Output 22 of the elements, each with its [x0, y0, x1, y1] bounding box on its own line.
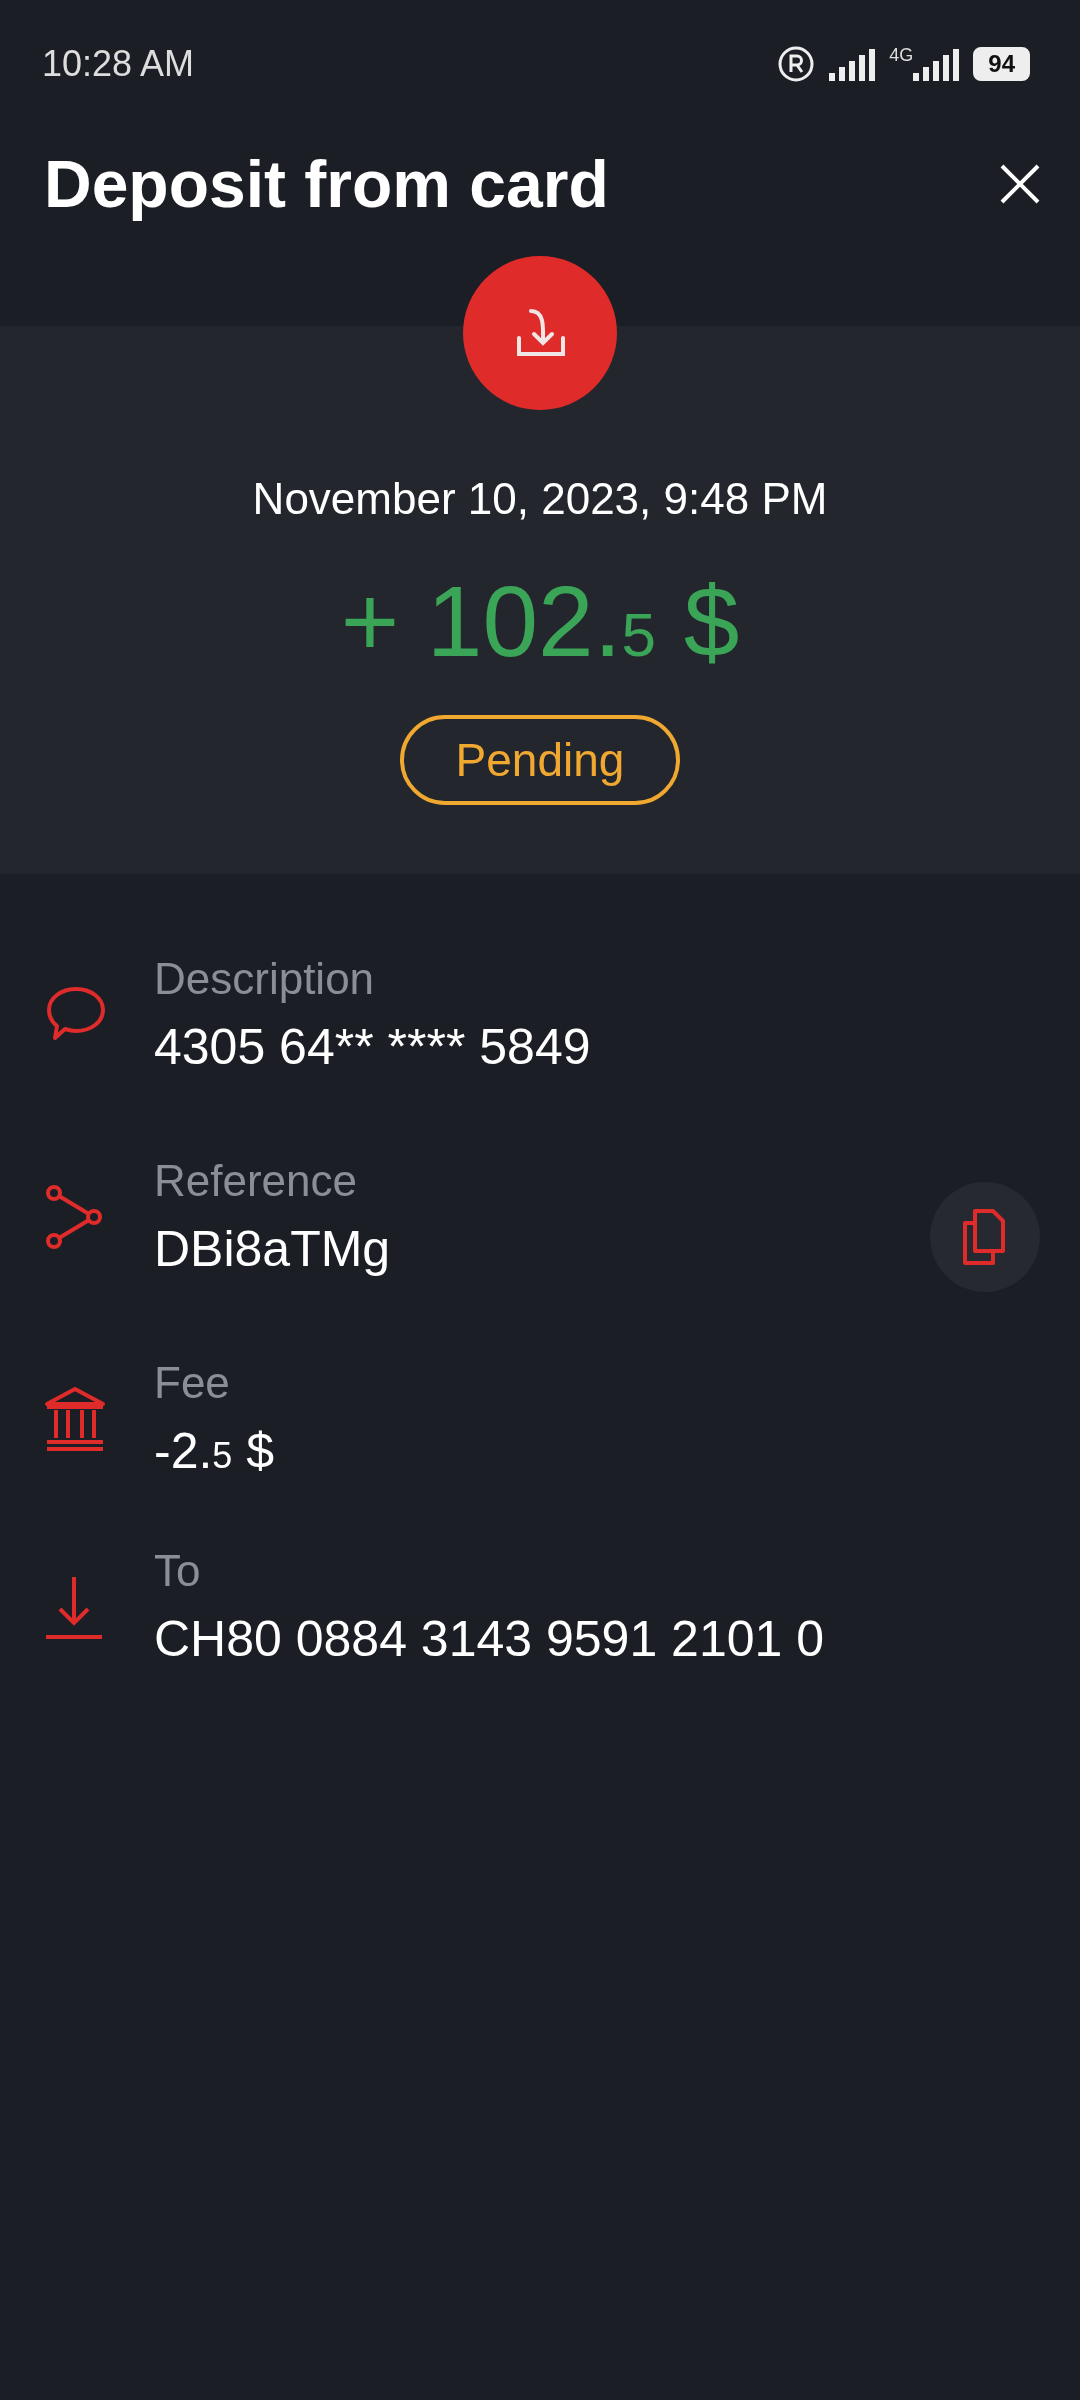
signal-icon	[827, 47, 878, 81]
status-badge: Pending	[399, 715, 681, 805]
detail-value: -2.5 $	[154, 1422, 276, 1480]
detail-label: To	[154, 1546, 202, 1596]
detail-value: DBi8aTMg	[154, 1220, 392, 1278]
detail-value: 4305 64** **** 5849	[154, 1018, 592, 1076]
status-time: 10:28 AM	[42, 43, 195, 85]
bank-icon	[44, 1386, 106, 1452]
transaction-amount: + 102.5 $	[340, 564, 740, 679]
share-icon	[44, 1184, 104, 1250]
detail-value: CH80 0884 3143 9591 2101 0	[154, 1610, 826, 1668]
download-tray-icon	[463, 256, 617, 410]
detail-label: Reference	[154, 1156, 358, 1206]
signal-icon	[911, 47, 962, 81]
transaction-date: November 10, 2023, 9:48 PM	[252, 474, 828, 524]
download-icon	[44, 1575, 104, 1639]
registered-icon	[777, 45, 816, 83]
network-type: 4G	[889, 45, 914, 66]
detail-label: Description	[154, 954, 376, 1004]
screen-title: Deposit from card	[44, 146, 609, 222]
detail-label: Fee	[154, 1358, 231, 1408]
battery-level: 94	[973, 47, 1030, 81]
